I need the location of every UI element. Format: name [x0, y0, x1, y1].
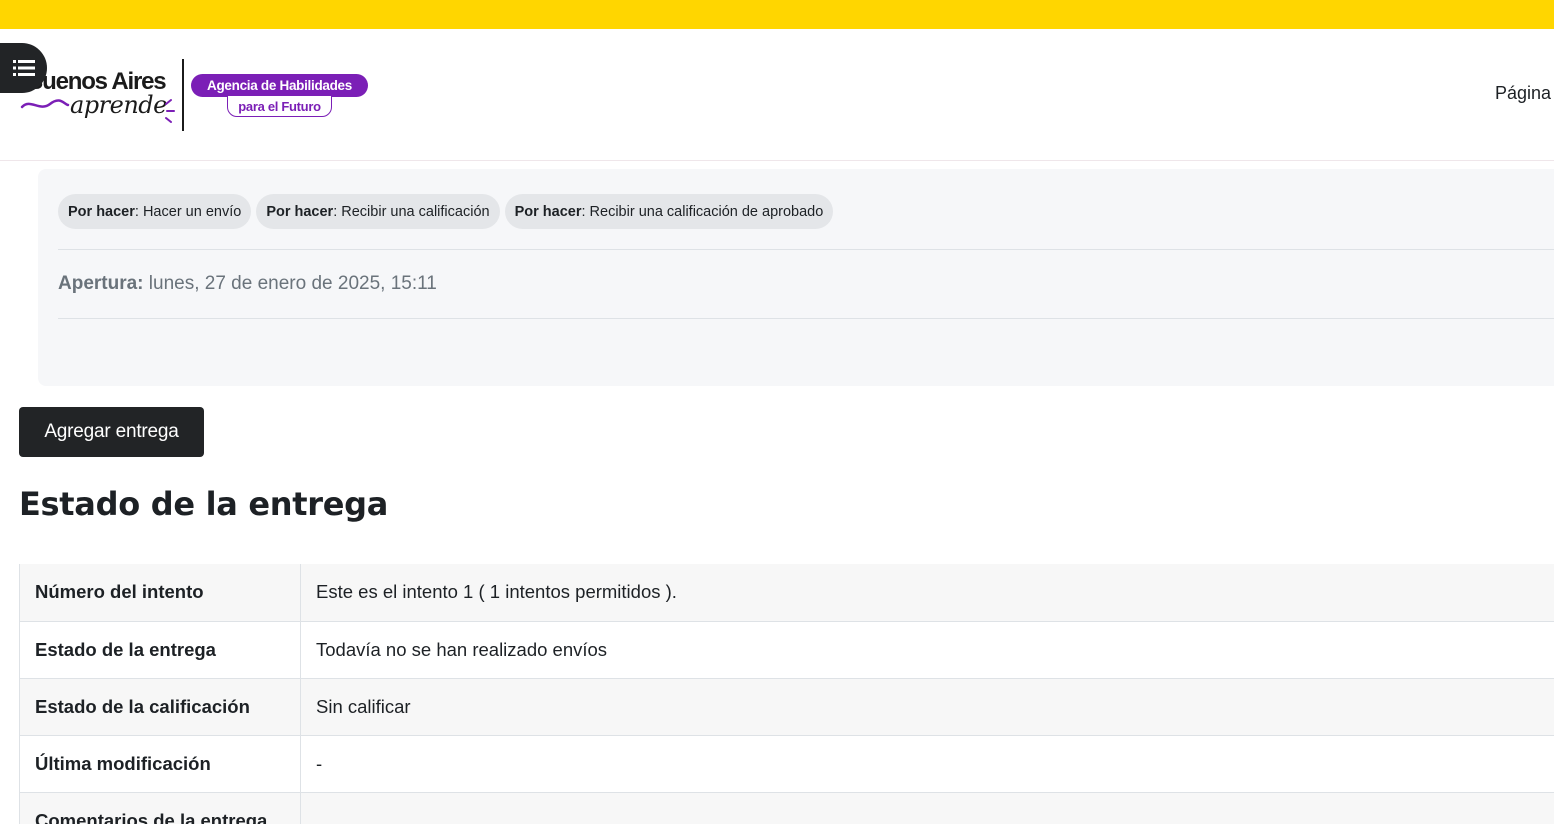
top-accent-bar	[0, 0, 1554, 29]
logo-swoosh-icon	[20, 99, 70, 109]
submission-status-table: Número del intento Este es el intento 1 …	[19, 564, 1554, 824]
opening-date-label: Apertura:	[58, 273, 144, 294]
divider	[58, 249, 1554, 250]
opening-date-value: lunes, 27 de enero de 2025, 15:11	[143, 273, 437, 294]
submission-status-heading: Estado de la entrega	[19, 485, 389, 523]
add-submission-button[interactable]: Agregar entrega	[19, 407, 204, 457]
activity-information-panel: Por hacer: Hacer un envío Por hacer: Rec…	[38, 169, 1554, 386]
completion-badge-text: : Hacer un envío	[134, 203, 242, 220]
table-row: Estado de la calificación Sin calificar	[19, 677, 1554, 736]
table-row: Comentarios de la entrega	[19, 791, 1554, 824]
row-value: -	[300, 734, 1554, 793]
logo-word-aprende: aprende	[70, 91, 167, 119]
completion-badge-text: : Recibir una calificación	[333, 203, 490, 220]
table-row: Última modificación -	[19, 734, 1554, 793]
completion-badge-submit: Por hacer: Hacer un envío	[58, 194, 252, 229]
row-value: Este es el intento 1 ( 1 intentos permit…	[300, 564, 1554, 622]
completion-badge-passing-grade: Por hacer: Recibir una calificación de a…	[504, 194, 834, 229]
row-label: Comentarios de la entrega	[19, 791, 301, 824]
row-label: Número del intento	[19, 564, 301, 622]
table-row: Estado de la entrega Todavía no se han r…	[19, 620, 1554, 679]
row-label: Última modificación	[19, 734, 301, 793]
completion-badge-grade: Por hacer: Recibir una calificación	[256, 194, 500, 229]
logo-divider	[182, 59, 184, 131]
header-nav-link-pagina[interactable]: Página	[1495, 83, 1551, 104]
row-label: Estado de la entrega	[19, 620, 301, 679]
logo-sparks-icon	[165, 99, 175, 123]
table-row: Número del intento Este es el intento 1 …	[19, 564, 1554, 622]
list-icon	[12, 60, 35, 76]
completion-badge-prefix: Por hacer	[266, 203, 334, 220]
row-label: Estado de la calificación	[19, 677, 301, 736]
completion-requirements: Por hacer: Hacer un envío Por hacer: Rec…	[58, 194, 834, 229]
row-value: Todavía no se han realizado envíos	[300, 620, 1554, 679]
completion-badge-prefix: Por hacer	[68, 203, 135, 220]
completion-badge-prefix: Por hacer	[514, 203, 582, 220]
row-value	[300, 791, 1554, 824]
completion-badge-text: : Recibir una calificación de aprobado	[581, 203, 824, 220]
row-value: Sin calificar	[300, 677, 1554, 736]
logo-agency-pill: Agencia de Habilidades	[191, 74, 368, 97]
logo-future-pill: para el Futuro	[227, 95, 332, 117]
opening-date: Apertura: lunes, 27 de enero de 2025, 15…	[58, 273, 437, 295]
site-logo[interactable]: Buenos Aires aprende Agencia de Habilida…	[18, 58, 378, 134]
divider	[58, 318, 1554, 319]
